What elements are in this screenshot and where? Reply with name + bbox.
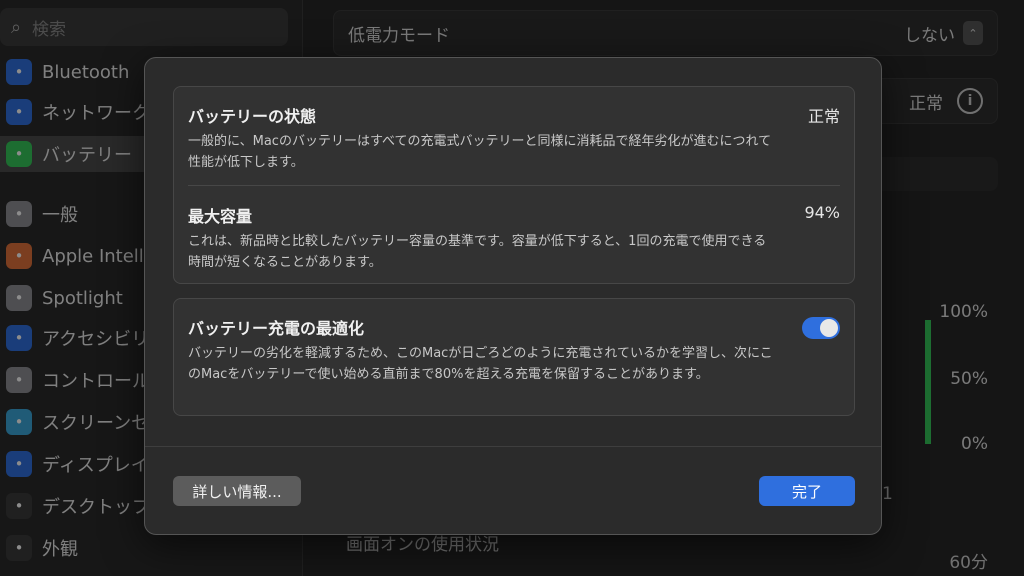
toggle-knob xyxy=(820,319,838,337)
battery-state-value: 正常 xyxy=(807,107,840,126)
sidebar-item-label: スクリーンセ xyxy=(42,413,150,434)
low-power-mode-value: しない xyxy=(904,25,955,46)
desktop-dock-icon: • xyxy=(6,493,32,519)
sidebar-item-label: 一般 xyxy=(42,205,78,226)
optimized-charging-toggle[interactable] xyxy=(802,317,840,339)
usage-y-label-60: 60分 xyxy=(949,553,988,573)
battery-state-description: 一般的に、Macのバッテリーはすべての充電式バッテリーと同様に消耗品で経年劣化が… xyxy=(188,134,772,170)
group-divider xyxy=(188,185,840,186)
done-button[interactable]: 完了 xyxy=(759,476,855,506)
sidebar-item-label: 外観 xyxy=(42,539,78,560)
magnifier-icon: • xyxy=(6,285,32,311)
gear-icon: • xyxy=(6,201,32,227)
chart-y-label-100: 100% xyxy=(939,302,988,322)
low-power-mode-row[interactable]: 低電力モード しない ⌃ xyxy=(333,10,998,56)
screensaver-icon: • xyxy=(6,409,32,435)
popup-stepper-icon[interactable]: ⌃ xyxy=(963,21,983,45)
max-capacity-value: 94% xyxy=(804,203,840,222)
appearance-icon: • xyxy=(6,535,32,561)
optimized-charging-item: バッテリー充電の最適化 バッテリーの劣化を軽減するため、このMacが日ごろどのよ… xyxy=(188,315,840,385)
battery-info-group: バッテリーの状態 正常 一般的に、Macのバッテリーはすべての充電式バッテリーと… xyxy=(173,86,855,284)
optimized-charging-title: バッテリー充電の最適化 xyxy=(188,319,365,338)
bluetooth-icon: • xyxy=(6,59,32,85)
sidebar-item-label: Apple Intell xyxy=(42,245,144,267)
sidebar-item-label: ネットワーク xyxy=(42,103,150,124)
battery-health-sheet: バッテリーの状態 正常 一般的に、Macのバッテリーはすべての充電式バッテリーと… xyxy=(144,57,882,535)
max-capacity-description: これは、新品時と比較したバッテリー容量の基準です。容量が低下すると、1回の充電で… xyxy=(188,234,767,270)
control-center-icon: • xyxy=(6,367,32,393)
optimized-charging-description: バッテリーの劣化を軽減するため、このMacが日ごろどのように充電されているかを学… xyxy=(188,346,773,382)
chart-x-tick: 1 xyxy=(882,484,893,504)
sidebar-item-label: Bluetooth xyxy=(42,61,130,83)
chart-y-label-0: 0% xyxy=(961,434,988,454)
battery-health-value: 正常 xyxy=(909,93,943,114)
display-icon: • xyxy=(6,451,32,477)
info-icon[interactable]: i xyxy=(957,88,983,114)
sidebar-item-label: バッテリー xyxy=(42,145,132,166)
sidebar-item-label: ディスプレイ xyxy=(42,455,149,476)
battery-state-item: バッテリーの状態 正常 一般的に、Macのバッテリーはすべての充電式バッテリーと… xyxy=(188,103,840,173)
optimized-charging-group: バッテリー充電の最適化 バッテリーの劣化を軽減するため、このMacが日ごろどのよ… xyxy=(173,298,855,416)
apple-intelligence-icon: • xyxy=(6,243,32,269)
sidebar-item-label: Spotlight xyxy=(42,287,123,309)
search-icon: ⌕ xyxy=(10,16,22,38)
battery-state-title: バッテリーの状態 xyxy=(188,107,317,126)
chart-y-label-50: 50% xyxy=(950,369,988,389)
sidebar-item-label: アクセシビリ xyxy=(42,329,150,350)
max-capacity-item: 最大容量 94% これは、新品時と比較したバッテリー容量の基準です。容量が低下す… xyxy=(188,203,840,273)
search-field[interactable]: ⌕ 検索 xyxy=(0,8,288,46)
footer-divider xyxy=(145,446,881,447)
sidebar-item-label: コントロール xyxy=(42,371,150,392)
battery-level-bar xyxy=(925,320,931,444)
accessibility-icon: • xyxy=(6,325,32,351)
low-power-mode-label: 低電力モード xyxy=(348,25,450,46)
sidebar-item-label: デスクトップ xyxy=(42,497,150,518)
search-placeholder: 検索 xyxy=(32,19,66,40)
more-info-button[interactable]: 詳しい情報... xyxy=(173,476,301,506)
globe-icon: • xyxy=(6,99,32,125)
sidebar-item-12[interactable]: • 外観 xyxy=(0,530,300,566)
max-capacity-title: 最大容量 xyxy=(188,207,253,226)
battery-icon: • xyxy=(6,141,32,167)
